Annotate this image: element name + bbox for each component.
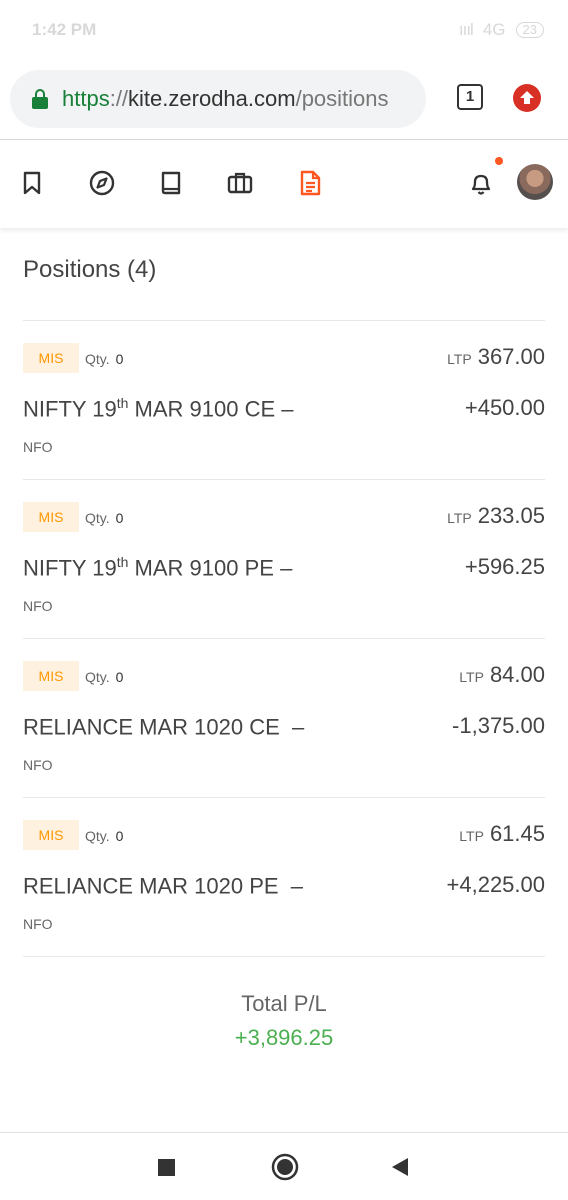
tab-switcher-button[interactable]: 1 bbox=[457, 84, 483, 110]
position-pnl: +596.25 bbox=[464, 554, 545, 579]
book-icon[interactable] bbox=[157, 169, 185, 197]
network-type: 4G bbox=[482, 20, 506, 39]
position-pnl: +450.00 bbox=[464, 395, 545, 420]
exchange-label: NFO bbox=[23, 598, 53, 614]
ltp: LTP 84.00 bbox=[459, 662, 545, 687]
briefcase-icon[interactable] bbox=[226, 169, 254, 197]
product-badge: MIS bbox=[23, 502, 79, 532]
url-path: /positions bbox=[295, 86, 389, 111]
quantity: Qty. 0 bbox=[85, 351, 124, 367]
bookmark-icon[interactable] bbox=[18, 169, 46, 197]
instrument-symbol: NIFTY 19th MAR 9100 CE – bbox=[23, 395, 294, 422]
battery-icon: 23 bbox=[515, 22, 544, 38]
address-bar[interactable]: https://kite.zerodha.com/positions bbox=[10, 70, 426, 128]
status-indicators: ıııl 4G 23 bbox=[459, 20, 544, 40]
ltp: LTP 233.05 bbox=[447, 503, 545, 528]
position-pnl: +4,225.00 bbox=[446, 872, 545, 897]
recents-button[interactable] bbox=[158, 1159, 175, 1181]
url-scheme: https bbox=[62, 86, 110, 111]
status-bar: 1:42 PM ıııl 4G 23 bbox=[0, 0, 568, 62]
exchange-label: NFO bbox=[23, 916, 53, 932]
exchange-label: NFO bbox=[23, 439, 53, 455]
quantity: Qty. 0 bbox=[85, 669, 124, 685]
app-navbar bbox=[0, 140, 568, 228]
compass-icon[interactable] bbox=[88, 169, 116, 197]
signal-icon: ıııl bbox=[458, 20, 474, 39]
product-badge: MIS bbox=[23, 820, 79, 850]
exchange-label: NFO bbox=[23, 757, 53, 773]
instrument-symbol: RELIANCE MAR 1020 CE – bbox=[23, 714, 305, 740]
page-title: Positions (4) bbox=[23, 256, 157, 283]
quantity: Qty. 0 bbox=[85, 828, 124, 844]
home-button[interactable] bbox=[271, 1153, 299, 1186]
back-button[interactable] bbox=[390, 1157, 410, 1182]
status-time: 1:42 PM bbox=[32, 20, 97, 39]
instrument-symbol: RELIANCE MAR 1020 PE – bbox=[23, 873, 304, 899]
position-row[interactable]: MIS Qty. 0 LTP 84.00 RELIANCE MAR 1020 CE … bbox=[23, 639, 545, 798]
positions-page: Positions (4) MIS Qty. 0 LTP 367.00 NIFTY … bbox=[0, 256, 568, 1051]
position-pnl: -1,375.00 bbox=[452, 713, 545, 738]
url-separator: :// bbox=[109, 86, 129, 111]
notification-dot bbox=[495, 157, 503, 165]
update-icon[interactable] bbox=[513, 84, 541, 112]
quantity: Qty. 0 bbox=[85, 510, 124, 526]
product-badge: MIS bbox=[23, 661, 79, 691]
document-icon[interactable] bbox=[296, 169, 324, 197]
bell-icon[interactable] bbox=[467, 169, 495, 197]
ltp: LTP 61.45 bbox=[459, 821, 545, 846]
ltp: LTP 367.00 bbox=[447, 344, 545, 369]
browser-toolbar: https://kite.zerodha.com/positions 1 bbox=[0, 62, 568, 140]
total-pnl-label: Total P/L bbox=[241, 991, 327, 1016]
position-row[interactable]: MIS Qty. 0 LTP 367.00 NIFTY 19th MAR 9100 … bbox=[23, 321, 545, 480]
system-navbar bbox=[0, 1132, 568, 1200]
product-badge: MIS bbox=[23, 343, 79, 373]
instrument-symbol: NIFTY 19th MAR 9100 PE – bbox=[23, 554, 293, 581]
lock-icon bbox=[32, 89, 48, 109]
total-pnl-value: +3,896.25 bbox=[234, 1025, 334, 1050]
avatar[interactable] bbox=[517, 164, 553, 200]
position-row[interactable]: MIS Qty. 0 LTP 233.05 NIFTY 19th MAR 9100 … bbox=[23, 480, 545, 639]
url-host: kite.zerodha.com bbox=[128, 86, 296, 111]
total-pnl: Total P/L +3,896.25 bbox=[23, 991, 545, 1051]
position-row[interactable]: MIS Qty. 0 LTP 61.45 RELIANCE MAR 1020 PE … bbox=[23, 798, 545, 957]
